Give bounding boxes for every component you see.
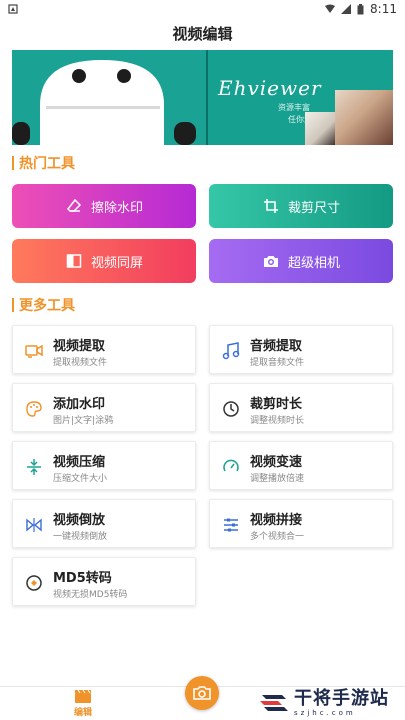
tool-card-video-compress[interactable]: 视频压缩 压缩文件大小 xyxy=(12,441,196,490)
banner-ehviewer: Ehviewer 资源丰富 任你浏览 xyxy=(208,50,393,145)
tool-desc: 压缩文件大小 xyxy=(53,474,108,484)
page-title: 视频编辑 xyxy=(172,24,233,43)
music-note-icon xyxy=(222,342,240,360)
tool-card-audio-extract[interactable]: 音频提取 提取音频文件 xyxy=(209,325,393,374)
camera-fab-button[interactable] xyxy=(185,676,219,710)
more-tools-header: 更多工具 xyxy=(12,295,75,315)
md5-icon xyxy=(26,575,42,591)
tool-name: 裁剪时长 xyxy=(250,397,303,412)
watermark-text: 干将手游站 szjhc.com xyxy=(294,688,389,718)
tool-desc: 视频无损MD5转码 xyxy=(53,590,128,600)
tool-desc: 图片|文字|涂鸦 xyxy=(53,416,114,426)
video-split-screen-label: 视频同屏 xyxy=(90,255,143,271)
camera-icon xyxy=(193,686,211,700)
reverse-icon xyxy=(26,518,42,532)
erase-watermark-button[interactable]: 擦除水印 xyxy=(12,184,196,228)
section-accent-bar xyxy=(12,298,14,312)
timer-icon xyxy=(223,401,239,417)
tool-name: 视频压缩 xyxy=(53,455,106,470)
status-bar: 8:11 xyxy=(0,0,405,18)
watermark-sub: szjhc.com xyxy=(294,709,356,717)
banner-photo xyxy=(335,90,393,145)
super-camera-label: 超级相机 xyxy=(287,255,340,271)
tool-name: 音频提取 xyxy=(250,339,303,354)
speedometer-icon xyxy=(223,459,239,472)
tool-card-video-extract[interactable]: 视频提取 提取视频文件 xyxy=(12,325,196,374)
status-time: 8:11 xyxy=(370,2,397,16)
section-accent-bar xyxy=(12,156,14,170)
compress-icon xyxy=(27,459,41,475)
android-mascot-icon xyxy=(12,50,207,145)
hot-tools-title: 热门工具 xyxy=(19,156,75,172)
tool-name: 视频拼接 xyxy=(250,513,303,528)
clapperboard-icon xyxy=(75,689,91,703)
tool-name: 视频变速 xyxy=(250,455,303,470)
nav-edit-label: 编辑 xyxy=(73,708,92,718)
more-tools-title: 更多工具 xyxy=(19,298,75,314)
tool-card-trim-duration[interactable]: 裁剪时长 调整视频时长 xyxy=(209,383,393,432)
tool-desc: 调整播放倍速 xyxy=(250,474,305,484)
tool-card-add-watermark[interactable]: 添加水印 图片|文字|涂鸦 xyxy=(12,383,196,432)
watermark-main: 干将手游站 xyxy=(294,688,389,709)
tool-name: MD5转码 xyxy=(53,571,112,586)
tool-name: 视频倒放 xyxy=(53,513,106,528)
palette-icon xyxy=(26,401,42,417)
tool-desc: 调整视频时长 xyxy=(250,416,305,426)
split-screen-icon xyxy=(65,252,83,270)
tool-card-md5-transcode[interactable]: MD5转码 视频无损MD5转码 xyxy=(12,557,196,606)
camera-icon xyxy=(262,252,280,270)
tool-name: 视频提取 xyxy=(53,339,106,354)
sliders-icon xyxy=(224,518,238,532)
crop-size-label: 裁剪尺寸 xyxy=(287,200,340,216)
tool-desc: 提取音频文件 xyxy=(250,358,305,368)
signal-icon xyxy=(341,4,352,14)
site-watermark: 干将手游站 szjhc.com xyxy=(258,686,405,720)
video-extract-icon xyxy=(25,344,43,358)
status-right: 8:11 xyxy=(325,2,397,16)
banner-photo-small xyxy=(305,112,335,145)
super-camera-button[interactable]: 超级相机 xyxy=(209,239,393,283)
watermark-logo-icon xyxy=(260,695,288,711)
tool-card-video-reverse[interactable]: 视频倒放 一键视频倒放 xyxy=(12,499,196,548)
tool-desc: 提取视频文件 xyxy=(53,358,108,368)
banner-android-art xyxy=(12,50,207,145)
tool-card-video-speed[interactable]: 视频变速 调整播放倍速 xyxy=(209,441,393,490)
banner-title: Ehviewer xyxy=(218,76,322,100)
crop-icon xyxy=(262,197,280,215)
battery-icon xyxy=(357,3,364,14)
eraser-icon xyxy=(65,197,83,215)
tool-name: 添加水印 xyxy=(53,397,106,412)
tool-desc: 多个视频合一 xyxy=(250,532,305,542)
wifi-icon xyxy=(325,4,336,13)
video-split-screen-button[interactable]: 视频同屏 xyxy=(12,239,196,283)
tool-desc: 一键视频倒放 xyxy=(53,532,108,542)
notification-icon xyxy=(8,4,18,14)
status-left xyxy=(8,4,18,14)
promo-banner[interactable]: Ehviewer 资源丰富 任你浏览 xyxy=(12,50,393,145)
erase-watermark-label: 擦除水印 xyxy=(90,200,143,216)
nav-edit-tab[interactable]: 编辑 xyxy=(68,689,98,718)
crop-size-button[interactable]: 裁剪尺寸 xyxy=(209,184,393,228)
hot-tools-header: 热门工具 xyxy=(12,153,75,173)
tool-card-video-merge[interactable]: 视频拼接 多个视频合一 xyxy=(209,499,393,548)
